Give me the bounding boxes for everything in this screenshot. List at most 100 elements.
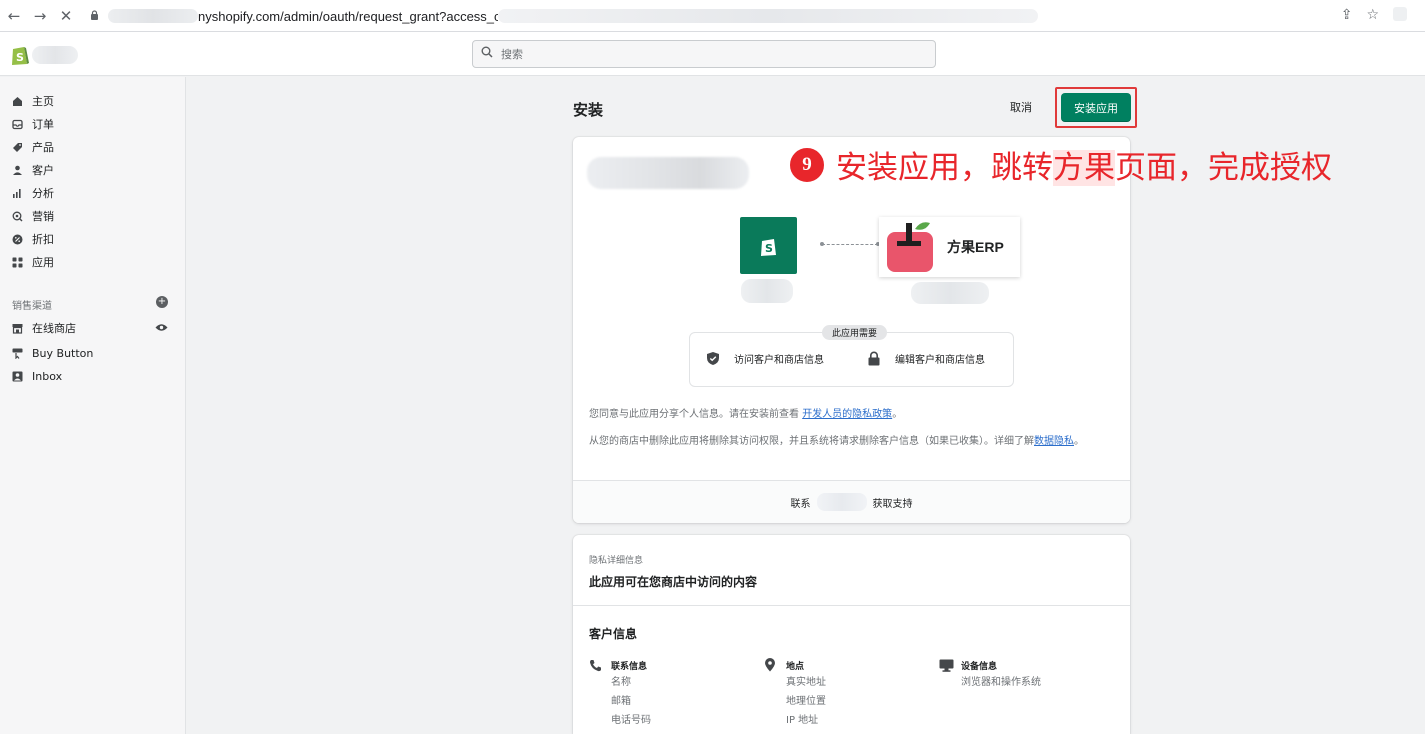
- svg-text:S: S: [16, 51, 24, 64]
- share-icon[interactable]: ⇪: [1341, 7, 1353, 23]
- inbox-tray-icon: [12, 119, 32, 130]
- install-app-button[interactable]: 安装应用: [1061, 93, 1131, 122]
- shopify-bag-icon: S: [760, 238, 776, 256]
- redacted-developer-link[interactable]: [816, 493, 867, 511]
- cancel-button[interactable]: 取消: [1006, 98, 1036, 116]
- shopify-logo-icon[interactable]: S: [10, 44, 30, 66]
- privacy-subtitle: 隐私详细信息: [589, 556, 644, 566]
- monitor-icon: [939, 659, 961, 672]
- erp-app-tile: 方果ERP: [879, 217, 1020, 277]
- support-footer: 联系 获取支持: [573, 480, 1130, 523]
- bar-chart-icon: [12, 188, 32, 199]
- tutorial-annotation: 9 安装应用，跳转方果页面，完成授权: [788, 142, 1332, 187]
- contact-info-column: 联系信息 名称 邮箱 电话号码: [589, 657, 651, 730]
- search-input[interactable]: [501, 47, 901, 61]
- redacted-store-name: [32, 46, 78, 64]
- redacted-host: [108, 9, 198, 23]
- svg-text:S: S: [765, 242, 773, 255]
- column-item: 地理位置: [786, 696, 826, 707]
- home-icon: [12, 96, 32, 107]
- address-bar[interactable]: nyshopify.com/admin/oauth/request_grant?…: [80, 5, 1400, 27]
- column-item: 电话号码: [611, 715, 651, 726]
- admin-topbar: S: [0, 32, 1425, 76]
- eye-icon[interactable]: [155, 321, 168, 335]
- discount-icon: [12, 234, 32, 245]
- support-suffix: 获取支持: [872, 498, 913, 510]
- data-privacy-link[interactable]: 数据隐私: [1034, 436, 1074, 447]
- sidebar-item-home[interactable]: 主页: [12, 91, 54, 111]
- permission-access: 访问客户和商店信息: [706, 351, 824, 366]
- sidebar-item-products[interactable]: 产品: [12, 137, 54, 157]
- privacy-policy-link[interactable]: 开发人员的隐私政策: [802, 409, 892, 420]
- target-icon: [12, 211, 32, 222]
- erp-app-name: 方果ERP: [947, 239, 1004, 255]
- column-heading: 设备信息: [961, 661, 998, 672]
- device-info-column: 设备信息 浏览器和操作系统: [939, 657, 1041, 692]
- redacted-store-caption: [741, 279, 793, 303]
- search-box[interactable]: [472, 40, 936, 68]
- permission-label: 访问客户和商店信息: [734, 355, 824, 366]
- customer-info-heading: 客户信息: [589, 627, 638, 641]
- column-heading: 地点: [786, 661, 805, 672]
- sidebar-item-buy-button[interactable]: Buy Button: [12, 343, 93, 363]
- permission-label: 编辑客户和商店信息: [895, 355, 985, 366]
- divider: [573, 605, 1130, 606]
- column-item: 邮箱: [611, 696, 631, 707]
- sidebar-item-label: 在线商店: [32, 322, 76, 335]
- sidebar-item-label: 订单: [32, 118, 54, 131]
- apps-icon: [12, 257, 32, 268]
- sidebar-item-discounts[interactable]: 折扣: [12, 229, 54, 249]
- sidebar-item-analytics[interactable]: 分析: [12, 183, 54, 203]
- column-heading: 联系信息: [611, 661, 648, 672]
- person-icon: [12, 165, 32, 176]
- sales-channels-heading: 销售渠道: [12, 301, 52, 312]
- step-number-badge: 9: [788, 145, 826, 184]
- column-item: IP 地址: [786, 715, 819, 726]
- phone-icon: [589, 659, 611, 672]
- connection-dot-start: [820, 242, 824, 246]
- removal-text: 从您的商店中删除此应用将删除其访问权限，并且系统将请求删除客户信息（如果已收集）…: [589, 436, 1084, 447]
- buy-button-icon: [12, 348, 32, 359]
- storefront-icon: [12, 323, 32, 334]
- apple-logo-icon: [887, 222, 933, 272]
- search-icon: [481, 46, 501, 62]
- sidebar-item-label: Inbox: [32, 369, 63, 383]
- add-channel-icon[interactable]: +: [156, 296, 168, 308]
- forward-arrow-icon[interactable]: →: [28, 4, 52, 28]
- star-icon[interactable]: ☆: [1366, 7, 1379, 23]
- sidebar: 主页 订单 产品 客户 分析 营销 折扣 应用 销售渠道 + 在线商店 Buy …: [0, 77, 186, 734]
- sidebar-item-inbox[interactable]: Inbox: [12, 366, 62, 386]
- redacted-app-caption: [911, 282, 989, 304]
- redacted-app-name: [587, 157, 749, 189]
- sidebar-item-customers[interactable]: 客户: [12, 160, 54, 180]
- column-item: 真实地址: [786, 677, 826, 688]
- sidebar-item-label: 主页: [32, 95, 54, 108]
- sidebar-item-online-store[interactable]: 在线商店: [12, 318, 76, 338]
- location-column: 地点 真实地址 地理位置 IP 地址: [764, 657, 826, 730]
- consent-text: 您同意与此应用分享个人信息。请在安装前查看 开发人员的隐私政策。: [589, 409, 903, 420]
- browser-toolbar: ← → ✕ nyshopify.com/admin/oauth/request_…: [0, 0, 1425, 32]
- page-title: 安装: [573, 101, 604, 119]
- column-item: 名称: [611, 677, 631, 688]
- sidebar-item-label: 折扣: [32, 233, 54, 246]
- address-url: nyshopify.com/admin/oauth/request_grant?…: [198, 8, 498, 24]
- shield-icon: [706, 351, 734, 366]
- tag-icon: [12, 142, 32, 153]
- stop-loading-icon[interactable]: ✕: [54, 4, 78, 28]
- redacted-url-tail: [498, 9, 1038, 23]
- sidebar-item-marketing[interactable]: 营销: [12, 206, 54, 226]
- back-arrow-icon[interactable]: ←: [2, 4, 26, 28]
- support-prefix: 联系: [790, 498, 811, 510]
- sidebar-item-orders[interactable]: 订单: [12, 114, 54, 134]
- location-pin-icon: [764, 658, 786, 672]
- sidebar-item-apps[interactable]: 应用: [12, 252, 54, 272]
- permissions-box: 此应用需要 访问客户和商店信息 编辑客户和商店信息: [689, 325, 1014, 387]
- sidebar-item-label: 应用: [32, 256, 54, 269]
- permission-edit: 编辑客户和商店信息: [867, 351, 985, 366]
- privacy-title: 此应用可在您商店中访问的内容: [589, 575, 758, 589]
- profile-icon[interactable]: [1393, 7, 1407, 21]
- sidebar-item-label: 分析: [32, 187, 54, 200]
- shopify-store-tile: S: [740, 217, 797, 274]
- inbox-icon: [12, 371, 32, 382]
- connection-line: [822, 244, 878, 245]
